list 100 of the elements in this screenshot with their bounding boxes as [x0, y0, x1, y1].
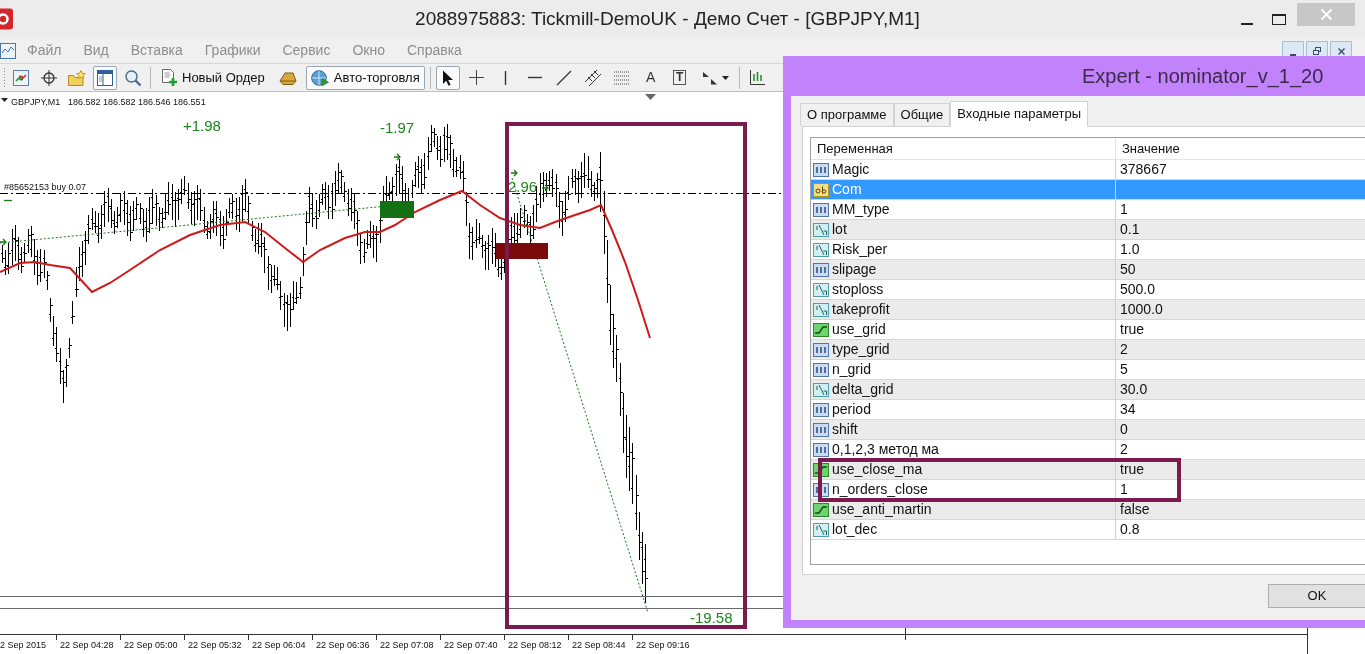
dotted-lines-icon	[613, 70, 630, 85]
parameter-value: 0.8	[1120, 520, 1140, 539]
parameter-value: 2	[1120, 340, 1128, 359]
number-type-icon	[813, 162, 829, 177]
parameter-name: n_grid	[832, 360, 871, 379]
parameter-row[interactable]: shift 0	[811, 420, 1365, 440]
parameter-row[interactable]: stoploss 500.0	[811, 280, 1365, 300]
number-type-icon	[813, 442, 829, 457]
order-marker-icon	[3, 199, 13, 202]
window-title: 2088975883: Tickmill-DemoUK - Демо Счет - [GBPJPY,M1]	[415, 6, 920, 31]
parameter-value: 0	[1120, 420, 1128, 439]
time-label: 22 Sep 07:40	[444, 640, 498, 650]
globe-play-icon	[310, 69, 329, 86]
fraction-type-icon	[813, 382, 829, 397]
time-label: 22 Sep 08:44	[572, 640, 626, 650]
column-header: Переменная	[811, 138, 1116, 159]
diagonal-line-icon	[556, 70, 571, 85]
parameter-name: Com	[832, 180, 862, 199]
minimize-icon	[1241, 23, 1253, 25]
label-tool-button[interactable]: T	[667, 65, 692, 90]
parameter-name: stoploss	[832, 280, 884, 299]
folder-star-icon	[68, 69, 86, 86]
caret-icon	[721, 75, 729, 80]
parameter-row[interactable]: slipage 50	[811, 260, 1365, 280]
parameter-row[interactable]: takeprofit 1000.0	[811, 300, 1365, 320]
parameter-name: shift	[832, 420, 858, 439]
parameter-name: use_close_ma	[832, 460, 923, 479]
chart-quotes: 186.582 186.582 186.546 186.551	[68, 97, 206, 107]
chart-arrows-icon	[13, 69, 29, 86]
toolbar-button[interactable]: Авто-торговля	[305, 65, 425, 90]
parameter-row[interactable]: 0,1,2,3 метод ма 2	[811, 440, 1365, 460]
parameter-name: use_grid	[832, 320, 886, 339]
grip-icon[interactable]	[3, 67, 6, 88]
shift-marker-icon[interactable]	[645, 94, 656, 100]
parameter-row[interactable]: use_anti_martin false	[811, 500, 1365, 520]
arrows-icon	[701, 70, 718, 85]
dialog-title: Expert - nominator_v_1_20	[1082, 64, 1324, 90]
number-type-icon	[813, 362, 829, 377]
parameter-row[interactable]: Magic 378667	[811, 160, 1365, 180]
parameter-value: true	[1120, 460, 1145, 479]
text-type-icon	[813, 182, 829, 197]
parameter-value: 1	[1120, 480, 1128, 499]
time-label: 22 Sep 06:36	[316, 640, 370, 650]
parameter-value: 50	[1120, 260, 1136, 279]
restore-icon	[1313, 47, 1321, 55]
document-plus-icon	[161, 69, 177, 86]
crosshair-icon	[41, 69, 57, 86]
profit-label: -1.97	[380, 119, 415, 136]
parameter-name: Magic	[832, 160, 870, 179]
parameter-value: 30.0	[1120, 380, 1148, 399]
tab[interactable]: Входные параметры	[950, 101, 1089, 127]
boolean-type-icon	[813, 322, 829, 337]
parameter-value: 2	[1120, 440, 1128, 459]
fraction-type-icon	[813, 242, 829, 257]
toolbar-button[interactable]: Новый Ордер	[156, 65, 270, 90]
magnifier-icon	[125, 69, 141, 86]
arrow-marker-icon	[541, 184, 549, 192]
parameter-value: 34	[1120, 400, 1136, 419]
parameter-name: use_anti_martin	[832, 500, 932, 519]
tab[interactable]: О программе	[800, 103, 894, 126]
parameter-row[interactable]: delta_grid 30.0	[811, 380, 1365, 400]
time-label: 22 Sep 09:16	[636, 640, 690, 650]
tab[interactable]: Общие	[893, 103, 951, 126]
parameter-row[interactable]: type_grid 2	[811, 340, 1365, 360]
parameter-name: n_orders_close	[832, 480, 928, 499]
chart-symbol: GBPJPY,M1	[11, 97, 61, 107]
parameter-row[interactable]: lot 0.1	[811, 220, 1365, 240]
boolean-type-icon	[813, 502, 829, 517]
app-logo-icon	[0, 8, 14, 30]
parameter-row[interactable]: use_grid true	[811, 320, 1365, 340]
parameter-row[interactable]: lot_dec 0.8	[811, 520, 1365, 540]
time-label: 2 Sep 2015	[0, 640, 47, 650]
text-tool-button[interactable]: A	[638, 65, 663, 90]
parameter-value: 1	[1120, 200, 1128, 219]
order-label: #85652153 buy 0.07	[4, 182, 87, 192]
parameter-name: period	[832, 400, 871, 419]
parameter-value: 1000.0	[1120, 300, 1163, 319]
toolbar-button[interactable]	[435, 65, 460, 90]
fraction-type-icon	[813, 282, 829, 297]
parameter-name: lot_dec	[832, 520, 878, 539]
crosshair-icon	[469, 70, 485, 85]
number-type-icon	[813, 262, 829, 277]
parameter-row[interactable]: use_close_ma true	[811, 460, 1365, 480]
parameter-value: 378667	[1120, 160, 1167, 179]
parameter-row[interactable]: n_grid 5	[811, 360, 1365, 380]
column-header: Значение	[1121, 139, 1181, 158]
parameter-row[interactable]: period 34	[811, 400, 1365, 420]
collapse-triangle-icon[interactable]	[1, 98, 8, 102]
parameter-value: 1.0	[1120, 240, 1140, 259]
number-type-icon	[813, 402, 829, 417]
parameter-row[interactable]: Risk_per 1.0	[811, 240, 1365, 260]
parameter-row[interactable]: MM_type 1	[811, 200, 1365, 220]
profit-label: +1.98	[183, 117, 221, 134]
parameter-name: MM_type	[832, 200, 890, 219]
parameter-value: 500.0	[1120, 280, 1156, 299]
toolbar-button[interactable]	[93, 65, 117, 90]
fraction-type-icon	[813, 522, 829, 537]
ok-button[interactable]: OK	[1268, 584, 1365, 608]
fraction-type-icon	[813, 302, 829, 317]
parameter-value: 0.1	[1120, 220, 1140, 239]
